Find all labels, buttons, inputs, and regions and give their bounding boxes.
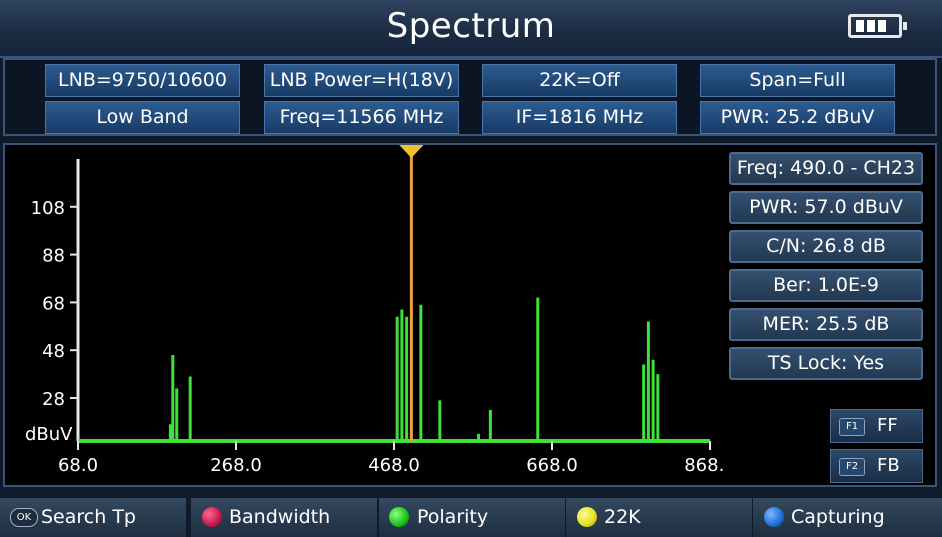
tone-22k-button[interactable]: 22K=Off [482, 64, 677, 97]
info-ber: Ber: 1.0E-9 [729, 269, 923, 302]
info-frequency: Freq: 490.0 - CH23 [729, 152, 923, 185]
search-tp-label: Search Tp [41, 506, 136, 528]
info-power: PWR: 57.0 dBuV [729, 191, 923, 224]
y-tick-label: 88 [42, 246, 65, 267]
green-key-icon [389, 507, 409, 527]
y-tick-label: 108 [31, 198, 65, 219]
frequency-button[interactable]: Freq=11566 MHz [264, 101, 459, 134]
page-title: Spectrum [386, 6, 556, 46]
tone-22k-key[interactable]: 22K [566, 498, 752, 537]
y-tick-label: 68 [42, 293, 65, 314]
x-tick-label: 468.0 [368, 455, 420, 476]
polarity-label: Polarity [417, 506, 489, 528]
ok-key-icon: OK [10, 508, 38, 527]
f2-key-icon: F2 [839, 458, 865, 476]
battery-icon [848, 14, 907, 38]
bandwidth-label: Bandwidth [229, 506, 331, 528]
bottom-bar: OK Search Tp Bandwidth Polarity 22K Capt… [0, 498, 942, 537]
info-mer: MER: 25.5 dB [729, 308, 923, 341]
capturing-button[interactable]: Capturing [753, 498, 942, 537]
capturing-label: Capturing [791, 506, 885, 528]
f2-fb-button[interactable]: F2 FB [830, 449, 923, 483]
power-button[interactable]: PWR: 25.2 dBuV [700, 101, 895, 134]
if-button[interactable]: IF=1816 MHz [482, 101, 677, 134]
f2-label: FB [877, 455, 900, 476]
lnb-freq-button[interactable]: LNB=9750/10600 [45, 64, 240, 97]
x-tick-label: 668.0 [526, 455, 578, 476]
info-cn: C/N: 26.8 dB [729, 230, 923, 263]
red-key-icon [202, 507, 222, 527]
marker-triangle-icon [399, 145, 424, 158]
x-tick-label: 268.0 [210, 455, 262, 476]
info-ts-lock: TS Lock: Yes [729, 347, 923, 380]
f1-ff-button[interactable]: F1 FF [830, 409, 923, 443]
y-axis-label: dBuV [25, 424, 73, 445]
lnb-power-button[interactable]: LNB Power=H(18V) [264, 64, 459, 97]
f1-label: FF [877, 415, 898, 436]
band-button[interactable]: Low Band [45, 101, 240, 134]
span-button[interactable]: Span=Full [700, 64, 895, 97]
bandwidth-button[interactable]: Bandwidth [191, 498, 377, 537]
x-tick-label: 868.0 [684, 455, 725, 476]
yellow-key-icon [577, 507, 597, 527]
f1-key-icon: F1 [839, 418, 865, 436]
x-tick-label: 68.0 [58, 455, 98, 476]
search-tp-button[interactable]: OK Search Tp [0, 498, 186, 537]
tone-22k-label: 22K [604, 506, 641, 528]
spectrum-chart: 108 88 68 48 28 dBuV 68.0 268.0 468.0 668.0 868.0 [25, 145, 725, 476]
y-tick-label: 28 [42, 389, 65, 410]
polarity-button[interactable]: Polarity [379, 498, 565, 537]
title-bar: Spectrum [0, 0, 942, 58]
settings-panel: LNB=9750/10600 LNB Power=H(18V) 22K=Off … [3, 58, 937, 136]
blue-key-icon [764, 507, 784, 527]
y-tick-label: 48 [42, 341, 65, 362]
